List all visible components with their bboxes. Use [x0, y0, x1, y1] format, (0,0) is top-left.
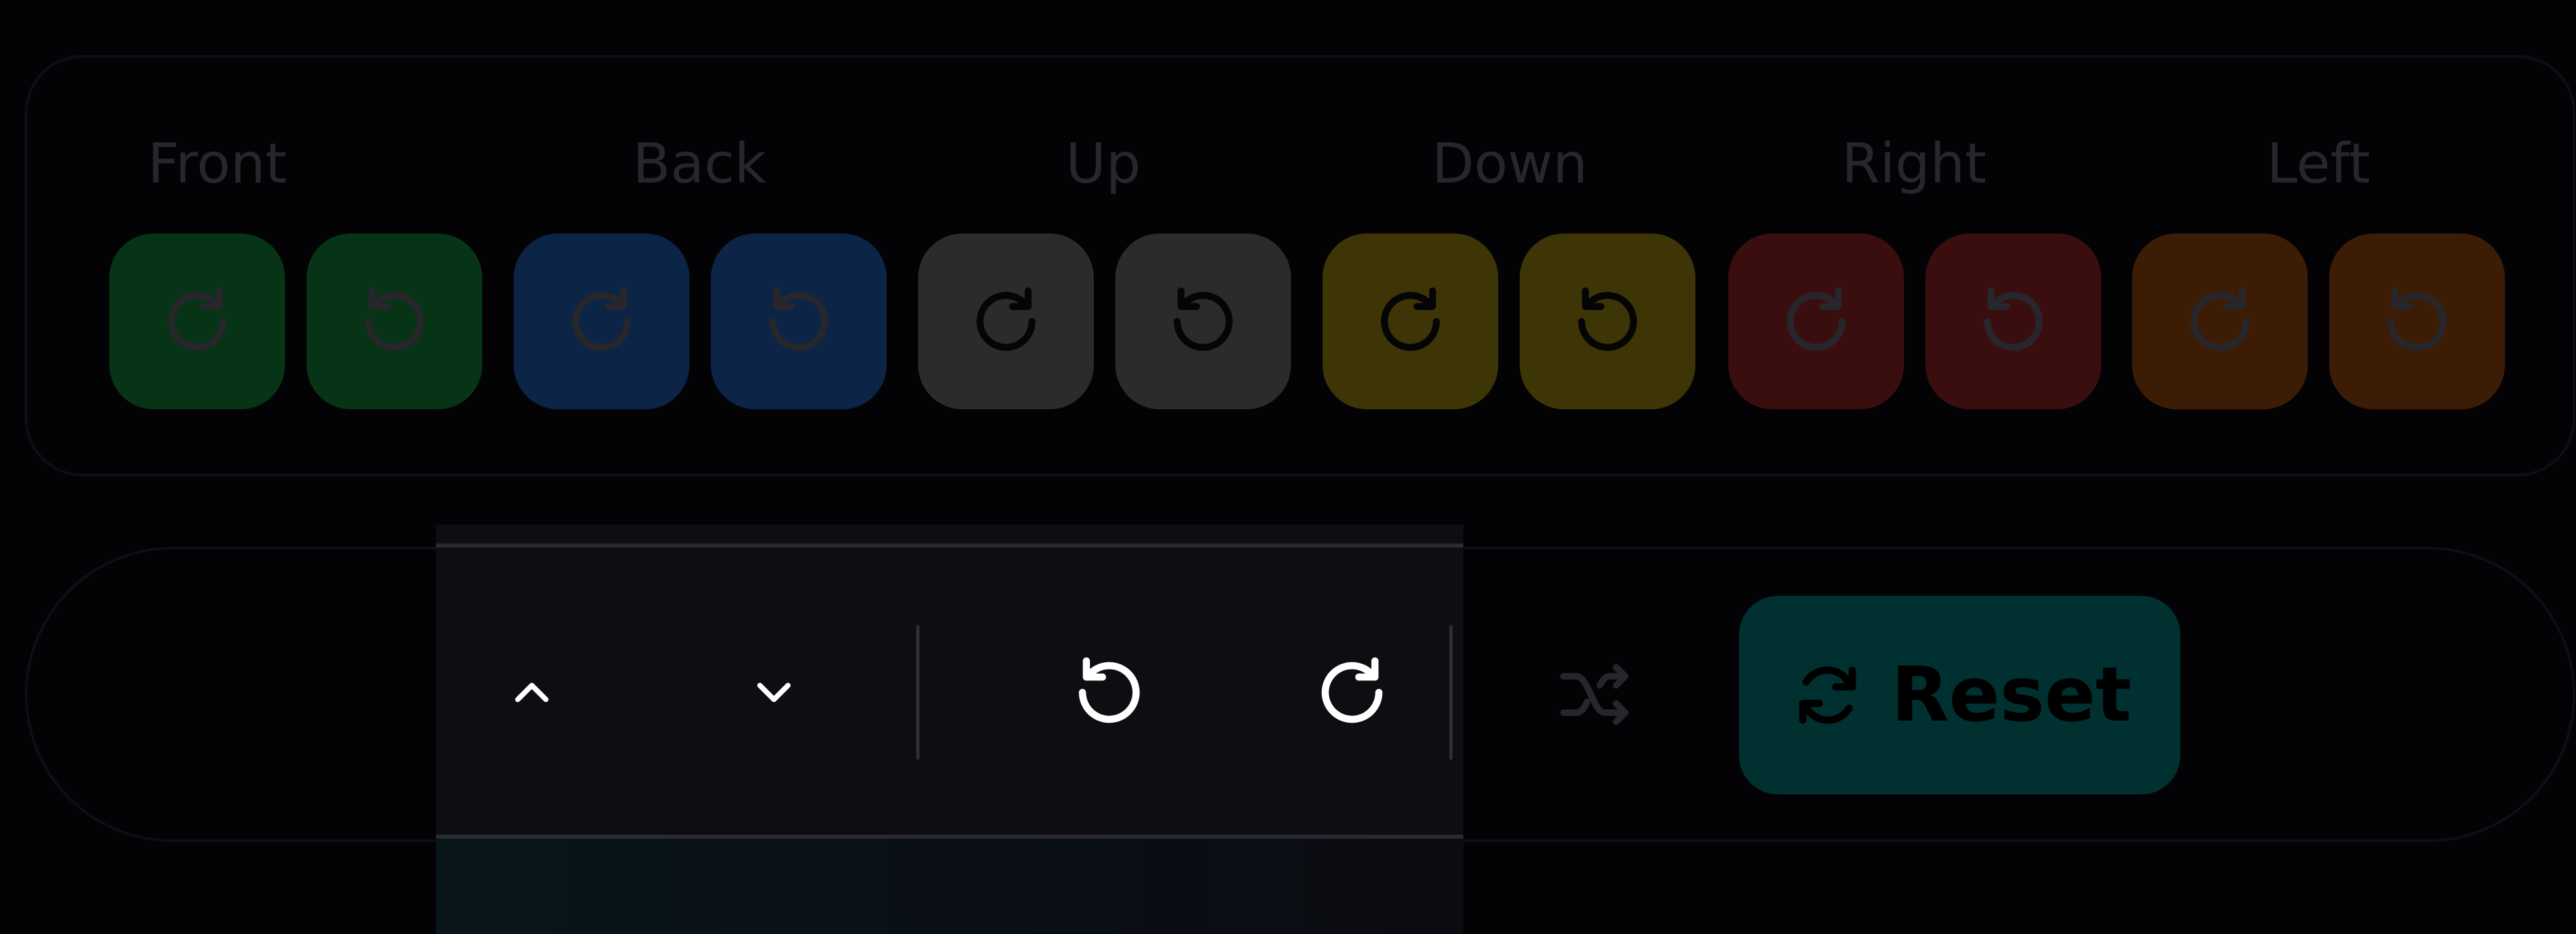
- clockwise-icon: [1381, 287, 1440, 351]
- front-counterclockwise-button[interactable]: [306, 234, 482, 409]
- counterclockwise-icon: [365, 287, 424, 351]
- refresh-icon: [1799, 666, 1856, 724]
- counterclockwise-icon: [1578, 287, 1637, 351]
- face-label-front: Front: [148, 132, 287, 196]
- up-clockwise-button[interactable]: [918, 234, 1094, 409]
- down-counterclockwise-button[interactable]: [1520, 234, 1695, 409]
- face-label-left: Left: [2266, 132, 2371, 196]
- clockwise-icon: [976, 287, 1035, 351]
- back-counterclockwise-button[interactable]: [711, 234, 887, 409]
- navigation-toolbar: [436, 525, 1463, 934]
- right-counterclockwise-button[interactable]: [1925, 234, 2101, 409]
- toolbar-separator: [1449, 625, 1453, 760]
- clockwise-icon: [168, 287, 227, 351]
- next-move-button[interactable]: [727, 645, 821, 739]
- counterclockwise-icon: [1174, 287, 1233, 351]
- previous-move-button[interactable]: [485, 645, 579, 739]
- clockwise-icon: [1787, 287, 1846, 351]
- counterclockwise-icon: [2388, 287, 2447, 351]
- toolbar-lower-area: [436, 839, 1463, 934]
- down-clockwise-button[interactable]: [1323, 234, 1498, 409]
- counterclockwise-icon: [769, 287, 828, 351]
- right-clockwise-button[interactable]: [1728, 234, 1904, 409]
- chevron-up-icon: [515, 682, 549, 703]
- undo-icon: [1078, 657, 1140, 723]
- left-clockwise-button[interactable]: [2132, 234, 2308, 409]
- face-label-down: Down: [1431, 132, 1588, 196]
- clockwise-icon: [572, 287, 631, 351]
- redo-button[interactable]: [1305, 645, 1399, 739]
- face-label-back: Back: [632, 132, 767, 196]
- face-label-up: Up: [1065, 132, 1141, 196]
- up-counterclockwise-button[interactable]: [1115, 234, 1291, 409]
- back-clockwise-button[interactable]: [514, 234, 689, 409]
- reset-label: Reset: [1891, 652, 2132, 739]
- shuffle-icon: [1560, 664, 1629, 725]
- reset-button[interactable]: Reset: [1739, 596, 2180, 794]
- toolbar-top-edge: [436, 543, 1463, 548]
- shuffle-button[interactable]: [1546, 644, 1646, 745]
- front-clockwise-button[interactable]: [109, 234, 285, 409]
- redo-icon: [1321, 657, 1383, 723]
- left-counterclockwise-button[interactable]: [2329, 234, 2505, 409]
- face-label-right: Right: [1842, 132, 1986, 196]
- clockwise-icon: [2190, 287, 2249, 351]
- toolbar-separator: [916, 625, 919, 760]
- counterclockwise-icon: [1984, 287, 2043, 351]
- chevron-down-icon: [757, 682, 791, 703]
- undo-button[interactable]: [1062, 645, 1156, 739]
